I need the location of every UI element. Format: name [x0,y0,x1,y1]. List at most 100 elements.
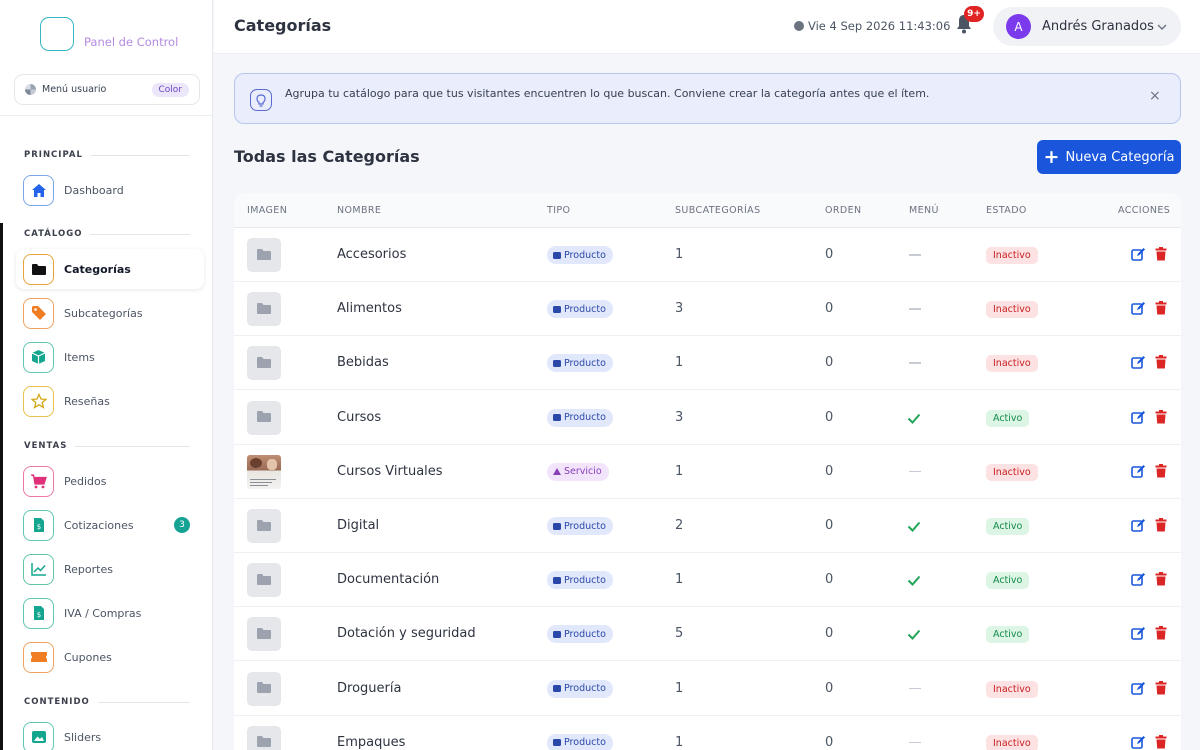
table-row[interactable]: Documentación Producto 1 0 Activo [234,553,1181,608]
delete-icon[interactable] [1155,300,1167,319]
plus-icon: + [1043,145,1060,168]
sidebar-item-label: Sliders [64,730,102,744]
delete-icon[interactable] [1155,680,1167,699]
sidebar-item-label: Categorías [64,262,131,276]
subcategories-count: 3 [675,301,684,317]
chart-line-icon [23,553,54,585]
sidebar-item-subcategorias[interactable]: Subcategorías [16,293,204,333]
edit-icon[interactable] [1131,247,1146,266]
palette-icon [25,84,36,95]
status-badge: Activo [986,409,1030,427]
sidebar-item-cupones[interactable]: Cupones [16,637,204,677]
column-header-tipo[interactable]: TIPO [547,205,570,216]
section-title-principal: PRINCIPAL [24,150,190,160]
status-badge: Inactivo [986,680,1038,698]
folder-icon [256,679,272,698]
info-alert: Agrupa tu catálogo para que tus visitant… [234,73,1181,124]
invoice-icon: $ [23,509,54,541]
delete-icon[interactable] [1155,354,1167,373]
type-badge: Producto [547,300,613,319]
type-badge: Producto [547,733,613,750]
user-menu-label: Menú usuario [42,84,107,95]
column-header-estado[interactable]: ESTADO [986,205,1027,216]
column-header-nombre[interactable]: NOMBRE [337,205,381,216]
image-placeholder [247,400,281,435]
section-title-catalogo: CATÁLOGO [24,229,190,239]
close-icon[interactable]: × [1149,89,1161,103]
order-value: 0 [825,463,834,479]
user-profile-dropdown[interactable]: A Andrés Granados [993,7,1181,46]
type-label: Producto [564,628,606,640]
column-header-subcategorias[interactable]: SUBCATEGORÍAS [675,205,761,216]
edit-icon[interactable] [1131,301,1146,320]
new-category-button[interactable]: + Nueva Categoría [1037,140,1181,174]
edit-icon[interactable] [1131,464,1146,483]
sidebar-item-reportes[interactable]: Reportes [16,549,204,589]
table-row[interactable]: Cursos Virtuales Servicio 1 0 Inactivo [234,445,1181,499]
table-row[interactable]: Bebidas Producto 1 0 Inactivo [234,336,1181,391]
top-header: Categorías Vie 4 Sep 2026 11:43:06 9+ A … [214,0,1200,54]
edit-icon[interactable] [1131,626,1146,645]
notifications-badge: 9+ [964,6,984,22]
edit-icon[interactable] [1131,410,1146,429]
delete-icon[interactable] [1155,463,1167,482]
folder-icon [23,253,54,285]
box-icon [553,251,561,259]
check-icon [907,625,921,644]
table-row[interactable]: Accesorios Producto 1 0 Inactivo [234,228,1181,282]
type-label: Producto [564,683,606,695]
image-placeholder [247,725,281,750]
table-row[interactable]: Empaques Producto 1 0 Inactivo [234,716,1181,750]
sidebar-item-items[interactable]: Items [16,337,204,377]
edit-icon[interactable] [1131,518,1146,537]
box-icon [553,630,561,638]
box-icon [553,414,561,422]
edit-icon[interactable] [1131,572,1146,591]
delete-icon[interactable] [1155,517,1167,536]
logo[interactable] [40,17,74,51]
lightbulb-icon [250,89,272,111]
box-icon [553,305,561,313]
table-row[interactable]: Alimentos Producto 3 0 Inactivo [234,282,1181,337]
edit-icon[interactable] [1131,735,1146,750]
table-row[interactable]: Digital Producto 2 0 Activo [234,499,1181,553]
column-header-orden[interactable]: ORDEN [825,205,862,216]
category-name: Alimentos [337,301,402,317]
category-name: Bebidas [337,355,389,371]
edit-icon[interactable] [1131,355,1146,374]
order-value: 0 [825,626,834,642]
user-menu-button[interactable]: Menú usuario Color [14,74,200,105]
sidebar-item-dashboard[interactable]: Dashboard [16,170,204,210]
column-header-menu[interactable]: MENÚ [909,205,939,216]
type-label: Producto [564,303,606,315]
sidebar-item-resenas[interactable]: Reseñas [16,381,204,421]
delete-icon[interactable] [1155,409,1167,428]
category-name: Accesorios [337,247,407,262]
folder-icon [256,354,272,373]
sidebar-item-pedidos[interactable]: Pedidos [16,461,204,501]
delete-icon[interactable] [1155,246,1167,265]
sidebar-item-cotizaciones[interactable]: $ Cotizaciones 3 [16,505,204,545]
sidebar-item-label: Items [64,350,95,364]
images-icon [23,721,54,750]
table-row[interactable]: Dotación y seguridad Producto 5 0 Activo [234,607,1181,662]
status-badge: Inactivo [986,355,1038,373]
table-row[interactable]: Droguería Producto 1 0 Inactivo [234,662,1181,716]
folder-icon [256,408,272,427]
section-title-ventas: VENTAS [24,441,190,451]
delete-icon[interactable] [1155,571,1167,590]
sidebar-item-iva-compras[interactable]: $ IVA / Compras [16,593,204,633]
sidebar-item-categorias[interactable]: Categorías [16,249,204,289]
subcategories-count: 1 [675,572,684,588]
color-chip[interactable]: Color [151,82,189,97]
section-title-contenido: CONTENIDO [24,697,190,707]
delete-icon[interactable] [1155,734,1167,750]
status-badge: Inactivo [986,463,1038,481]
table-row[interactable]: Cursos Producto 3 0 Activo [234,391,1181,445]
delete-icon[interactable] [1155,625,1167,644]
subcategories-count: 1 [675,355,684,371]
edit-icon[interactable] [1131,681,1146,700]
image-placeholder [247,563,281,598]
check-icon [907,409,921,428]
sidebar-item-sliders[interactable]: Sliders [16,717,204,750]
